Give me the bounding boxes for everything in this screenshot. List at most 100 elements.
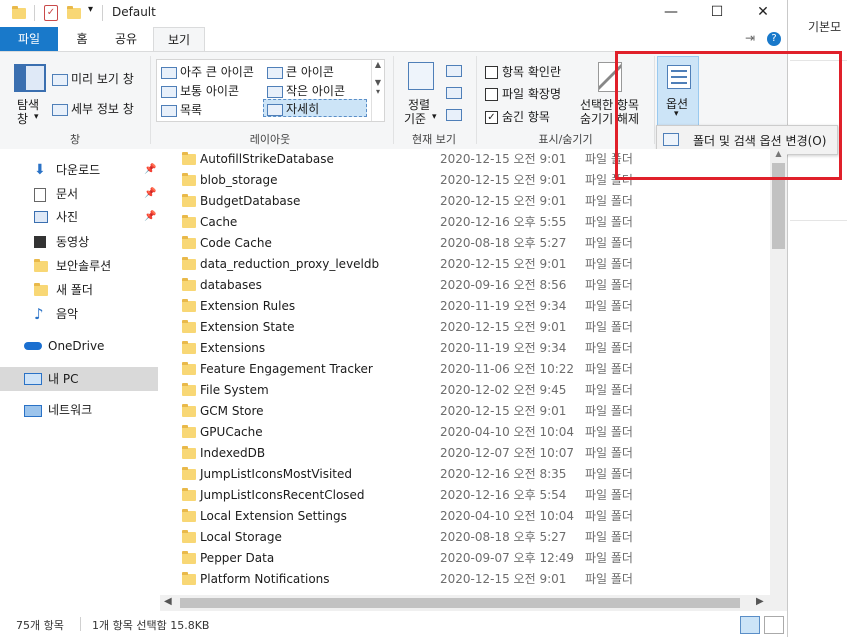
table-row[interactable]: Extension Rules 2020-11-19 오전 9:34 파일 폴더 bbox=[160, 296, 760, 317]
horizontal-scrollbar[interactable]: ◀ ▶ bbox=[160, 595, 787, 611]
help-icon[interactable]: ? bbox=[767, 32, 781, 46]
file-type: 파일 폴더 bbox=[585, 446, 633, 460]
table-row[interactable]: IndexedDB 2020-12-07 오전 10:07 파일 폴더 bbox=[160, 443, 760, 464]
file-date: 2020-12-15 오전 9:01 bbox=[440, 404, 567, 418]
nav-item-this-pc[interactable]: 내 PC bbox=[0, 367, 158, 391]
file-date: 2020-12-15 오전 9:01 bbox=[440, 194, 567, 208]
details-pane-button[interactable]: 세부 정보 창 bbox=[52, 100, 134, 117]
tab-share[interactable]: 공유 bbox=[104, 27, 148, 51]
chevron-down-icon[interactable]: ▾ bbox=[34, 112, 39, 122]
file-name: Feature Engagement Tracker bbox=[200, 362, 373, 376]
file-date: 2020-08-18 오후 5:27 bbox=[440, 530, 567, 544]
nav-item-downloads[interactable]: ⬇ 다운로드 📌 bbox=[0, 159, 158, 181]
file-type: 파일 폴더 bbox=[585, 425, 633, 439]
item-checkboxes-toggle[interactable]: 항목 확인란 bbox=[485, 63, 561, 80]
nav-item-videos[interactable]: 동영상 bbox=[0, 231, 158, 253]
layout-medium-icons[interactable]: 보통 아이콘 bbox=[161, 82, 239, 99]
file-name: blob_storage bbox=[200, 173, 278, 187]
group-label-layout: 레이아웃 bbox=[249, 133, 291, 146]
ribbon-tabs: 파일 홈 공유 보기 ⇥ ? bbox=[0, 27, 787, 51]
vertical-scrollbar[interactable]: ▲ bbox=[770, 149, 787, 595]
nav-pane-icon[interactable] bbox=[14, 64, 46, 92]
file-type: 파일 폴더 bbox=[585, 572, 633, 586]
layout-details[interactable]: 자세히 bbox=[263, 99, 367, 117]
sort-by-icon[interactable] bbox=[408, 62, 434, 90]
network-icon bbox=[24, 405, 42, 417]
table-row[interactable]: Feature Engagement Tracker 2020-11-06 오전 … bbox=[160, 359, 760, 380]
nav-item-new-folder[interactable]: 새 폴더 bbox=[0, 279, 158, 301]
table-row[interactable]: GPUCache 2020-04-10 오전 10:04 파일 폴더 bbox=[160, 422, 760, 443]
tab-home[interactable]: 홈 bbox=[62, 27, 102, 51]
file-name: Platform Notifications bbox=[200, 572, 330, 586]
scroll-right-icon[interactable]: ▶ bbox=[756, 596, 764, 607]
file-date: 2020-08-18 오후 5:27 bbox=[440, 236, 567, 250]
folder-icon bbox=[182, 236, 196, 249]
pictures-icon bbox=[34, 211, 48, 223]
layout-scroll[interactable]: ▲ ▼ ▾ bbox=[371, 60, 384, 121]
preview-pane-button[interactable]: 미리 보기 창 bbox=[52, 70, 134, 87]
new-folder-icon[interactable] bbox=[67, 6, 81, 19]
customize-toolbar-icon[interactable]: ▾ bbox=[88, 4, 93, 15]
table-row[interactable]: Extensions 2020-11-19 오전 9:34 파일 폴더 bbox=[160, 338, 760, 359]
sort-by-label-2[interactable]: 기준 bbox=[404, 110, 426, 127]
nav-item-pictures[interactable]: 사진 📌 bbox=[0, 206, 158, 228]
table-row[interactable]: data_reduction_proxy_leveldb 2020-12-15 오… bbox=[160, 254, 760, 275]
table-row[interactable]: Extension State 2020-12-15 오전 9:01 파일 폴더 bbox=[160, 317, 760, 338]
add-columns-icon[interactable] bbox=[446, 87, 462, 99]
size-columns-icon[interactable] bbox=[446, 109, 462, 121]
table-row[interactable]: BudgetDatabase 2020-12-15 오전 9:01 파일 폴더 bbox=[160, 191, 760, 212]
table-row[interactable]: JumpListIconsMostVisited 2020-12-16 오전 8:… bbox=[160, 464, 760, 485]
scrollbar-thumb[interactable] bbox=[180, 598, 740, 608]
nav-item-documents[interactable]: 문서 📌 bbox=[0, 183, 158, 205]
large-icons-view-icon[interactable] bbox=[764, 616, 784, 634]
folder-icon bbox=[182, 404, 196, 417]
table-row[interactable]: databases 2020-09-16 오전 8:56 파일 폴더 bbox=[160, 275, 760, 296]
file-type: 파일 폴더 bbox=[585, 551, 633, 565]
file-extensions-toggle[interactable]: 파일 확장명 bbox=[485, 85, 561, 102]
nav-item-security[interactable]: 보안솔루션 bbox=[0, 255, 158, 277]
maximize-button[interactable]: ☐ bbox=[694, 0, 740, 26]
file-date: 2020-09-16 오전 8:56 bbox=[440, 278, 567, 292]
table-row[interactable]: GCM Store 2020-12-15 오전 9:01 파일 폴더 bbox=[160, 401, 760, 422]
table-row[interactable]: Code Cache 2020-08-18 오후 5:27 파일 폴더 bbox=[160, 233, 760, 254]
divider bbox=[476, 56, 477, 144]
nav-item-music[interactable]: ♪ 음악 bbox=[0, 303, 158, 325]
file-date: 2020-04-10 오전 10:04 bbox=[440, 425, 575, 439]
properties-icon[interactable]: ✓ bbox=[44, 5, 58, 21]
table-row[interactable]: Pepper Data 2020-09-07 오후 12:49 파일 폴더 bbox=[160, 548, 760, 569]
layout-small-icons[interactable]: 작은 아이콘 bbox=[267, 82, 345, 99]
file-name: File System bbox=[200, 383, 269, 397]
table-row[interactable]: Local Storage 2020-08-18 오후 5:27 파일 폴더 bbox=[160, 527, 760, 548]
group-by-icon[interactable] bbox=[446, 65, 462, 77]
table-row[interactable]: Platform Notifications 2020-12-15 오전 9:01… bbox=[160, 569, 760, 590]
nav-pane-label-2[interactable]: 창 bbox=[17, 110, 28, 127]
window-title: Default bbox=[112, 5, 156, 19]
pin-ribbon-icon[interactable]: ⇥ bbox=[745, 31, 755, 45]
table-row[interactable]: Local Extension Settings 2020-04-10 오전 10… bbox=[160, 506, 760, 527]
table-row[interactable]: JumpListIconsRecentClosed 2020-12-16 오후 5… bbox=[160, 485, 760, 506]
divider bbox=[34, 5, 35, 21]
layout-list[interactable]: 목록 bbox=[161, 101, 202, 118]
tab-view[interactable]: 보기 bbox=[153, 27, 205, 51]
details-pane-icon bbox=[52, 103, 68, 116]
nav-item-network[interactable]: 네트워크 bbox=[0, 399, 158, 421]
nav-item-onedrive[interactable]: OneDrive bbox=[0, 335, 158, 357]
folder-icon bbox=[182, 320, 196, 333]
details-view-icon[interactable] bbox=[740, 616, 760, 634]
layout-extra-large-icons[interactable]: 아주 큰 아이콘 bbox=[161, 63, 254, 80]
table-row[interactable]: Cache 2020-12-16 오후 5:55 파일 폴더 bbox=[160, 212, 760, 233]
hidden-items-toggle[interactable]: ✓ 숨긴 항목 bbox=[485, 108, 550, 125]
chevron-down-icon[interactable]: ▾ bbox=[432, 112, 437, 122]
file-type: 파일 폴더 bbox=[585, 467, 633, 481]
minimize-button[interactable]: — bbox=[648, 0, 694, 26]
table-row[interactable]: File System 2020-12-02 오전 9:45 파일 폴더 bbox=[160, 380, 760, 401]
file-name: JumpListIconsRecentClosed bbox=[200, 488, 365, 502]
layout-large-icons[interactable]: 큰 아이콘 bbox=[267, 63, 334, 80]
file-type: 파일 폴더 bbox=[585, 257, 633, 271]
scroll-left-icon[interactable]: ◀ bbox=[164, 596, 172, 607]
file-type: 파일 폴더 bbox=[585, 404, 633, 418]
tab-file[interactable]: 파일 bbox=[0, 27, 58, 51]
close-button[interactable]: ✕ bbox=[740, 0, 786, 26]
file-type: 파일 폴더 bbox=[585, 194, 633, 208]
details-pane-label: 세부 정보 창 bbox=[71, 102, 134, 116]
